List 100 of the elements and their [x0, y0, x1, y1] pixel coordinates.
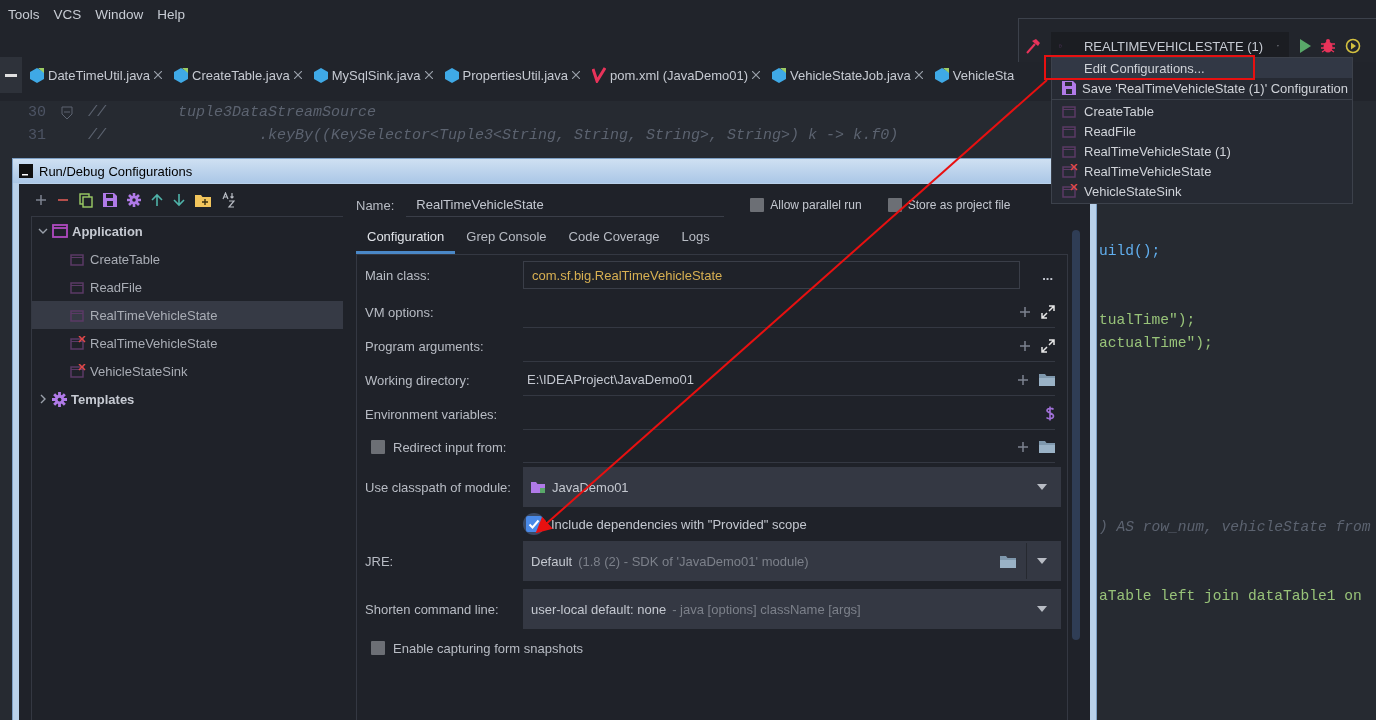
run-icon[interactable]: [1299, 39, 1311, 53]
maven-icon: [592, 67, 607, 83]
checkbox-label[interactable]: Redirect input from:: [393, 439, 507, 455]
checkbox-label[interactable]: Store as project file: [907, 198, 1011, 212]
input-field[interactable]: E:\IDEAProject\JavaDemo01: [523, 364, 1055, 396]
menu-item[interactable]: Edit Configurations...: [1052, 58, 1352, 78]
editor-tab[interactable]: MySqlSink.java: [307, 60, 439, 90]
hammer-icon[interactable]: [1025, 38, 1041, 54]
field-label: VM options:: [365, 304, 435, 320]
save-icon[interactable]: [103, 193, 117, 207]
dollar-icon[interactable]: [1045, 406, 1055, 421]
class-field[interactable]: com.sf.big.RealTimeVehicleState: [523, 261, 1021, 289]
folder-icon[interactable]: [1039, 373, 1055, 386]
menu-item[interactable]: CreateTable: [1052, 101, 1352, 121]
minimize-button[interactable]: [0, 57, 22, 93]
editor-tab[interactable]: DateTimeUtil.java: [24, 60, 169, 90]
plus-icon[interactable]: [1017, 373, 1029, 386]
module-folder-icon: [531, 480, 546, 494]
copy-icon[interactable]: [79, 192, 93, 208]
save-icon: [1062, 81, 1076, 95]
tree-item[interactable]: CreateTable: [32, 245, 343, 273]
tab[interactable]: Grep Console: [455, 222, 558, 254]
code-line: tualTime");: [1099, 311, 1196, 328]
scrollbar[interactable]: [1072, 230, 1080, 640]
chevron-down-icon[interactable]: [38, 226, 48, 236]
editor-tab[interactable]: VehicleSta: [928, 60, 1021, 90]
menu-item[interactable]: ReadFile: [1052, 121, 1352, 141]
tree-item[interactable]: RealTimeVehicleState: [32, 329, 343, 357]
menu-item[interactable]: Window: [95, 6, 144, 22]
tree-group[interactable]: Templates: [71, 391, 135, 407]
app-icon: [19, 164, 33, 178]
field-label: Program arguments:: [365, 338, 485, 354]
plus-icon[interactable]: [1019, 305, 1031, 318]
expand-icon[interactable]: [1041, 338, 1055, 353]
cube-icon: [30, 67, 44, 83]
close-icon[interactable]: [572, 71, 581, 79]
editor-tab[interactable]: CreateTable.java: [168, 60, 308, 90]
expand-icon[interactable]: [1041, 304, 1055, 319]
arrow-down-icon[interactable]: [173, 193, 185, 207]
tab[interactable]: Code Coverage: [557, 222, 671, 254]
checkbox[interactable]: [371, 641, 385, 655]
close-icon[interactable]: [293, 71, 302, 79]
checkbox[interactable]: [887, 198, 902, 212]
checkbox[interactable]: [750, 198, 765, 212]
field-label: Name:: [356, 197, 395, 213]
close-icon[interactable]: [914, 71, 923, 79]
browse-button[interactable]: ...: [1034, 267, 1061, 283]
code-line: // .keyBy((KeySelector<Tuple3<String, String, String>, String>) k -> k.f0): [88, 127, 899, 144]
editor-tab[interactable]: VehicleStateJob.java: [766, 60, 929, 90]
menu-item[interactable]: VehicleStateSink: [1052, 181, 1352, 201]
close-icon[interactable]: [424, 71, 433, 79]
arrow-up-icon[interactable]: [151, 193, 163, 207]
menu-item[interactable]: VCS: [53, 6, 82, 22]
coverage-icon[interactable]: [1345, 38, 1361, 54]
cube-icon: [772, 67, 787, 83]
close-icon[interactable]: [752, 71, 761, 79]
menu-item[interactable]: Save 'RealTimeVehicleState (1)' Configuration: [1052, 78, 1352, 98]
plus-icon[interactable]: [1019, 339, 1031, 352]
plus-icon[interactable]: [1017, 440, 1029, 453]
field-label: Shorten command line:: [365, 601, 500, 617]
field-label: Use classpath of module:: [365, 479, 512, 495]
sort-icon[interactable]: [221, 192, 235, 208]
cube-icon: [934, 67, 949, 83]
menu-item[interactable]: Help: [157, 6, 186, 22]
folder-icon[interactable]: [1039, 440, 1055, 453]
plus-icon[interactable]: [35, 194, 47, 206]
dropdown[interactable]: user-local default: none - java [options] className [args]: [523, 589, 1061, 629]
folder-icon[interactable]: [1000, 554, 1016, 568]
cube-icon: [313, 67, 328, 83]
chevron-right-icon[interactable]: [38, 394, 48, 404]
gear-icon[interactable]: [127, 193, 141, 207]
checkbox-label[interactable]: Include dependencies with "Provided" scope: [551, 516, 807, 532]
field-label: Working directory:: [365, 372, 471, 388]
folder-add-icon[interactable]: [195, 193, 211, 207]
fold-icon[interactable]: [61, 105, 73, 120]
tree-group[interactable]: Application: [72, 223, 143, 239]
checkbox-label[interactable]: Allow parallel run: [770, 198, 862, 212]
editor-tab[interactable]: pom.xml (JavaDemo01): [586, 60, 767, 90]
field-label: Environment variables:: [365, 406, 499, 422]
checkbox[interactable]: [371, 440, 385, 454]
menu-item[interactable]: Tools: [8, 6, 40, 22]
window-title: Run/Debug Configurations: [39, 163, 193, 179]
tree-item[interactable]: VehicleStateSink: [32, 357, 343, 385]
window-icon: [52, 224, 68, 238]
menu-item[interactable]: RealTimeVehicleState (1): [1052, 141, 1352, 161]
dropdown[interactable]: Default (1.8 (2) - SDK of 'JavaDemo01' module): [523, 541, 1061, 581]
menu-item[interactable]: RealTimeVehicleState: [1052, 161, 1352, 181]
code-line: uild();: [1099, 242, 1161, 259]
tab[interactable]: Logs: [670, 222, 721, 254]
tab[interactable]: Configuration: [356, 222, 456, 254]
tree-item[interactable]: ReadFile: [32, 273, 343, 301]
close-icon[interactable]: [154, 71, 163, 79]
tree-item[interactable]: RealTimeVehicleState: [32, 301, 343, 329]
code-line: ) AS row_num, vehicleState from: [1099, 518, 1371, 535]
code-line: aTable left join dataTable1 on: [1099, 587, 1362, 604]
cube-icon: [444, 67, 459, 83]
editor-tab[interactable]: PropertiesUtil.java: [438, 60, 587, 90]
checkbox-label[interactable]: Enable capturing form snapshots: [393, 640, 584, 656]
bug-icon[interactable]: [1321, 39, 1335, 53]
name-field[interactable]: RealTimeVehicleState: [406, 193, 725, 217]
